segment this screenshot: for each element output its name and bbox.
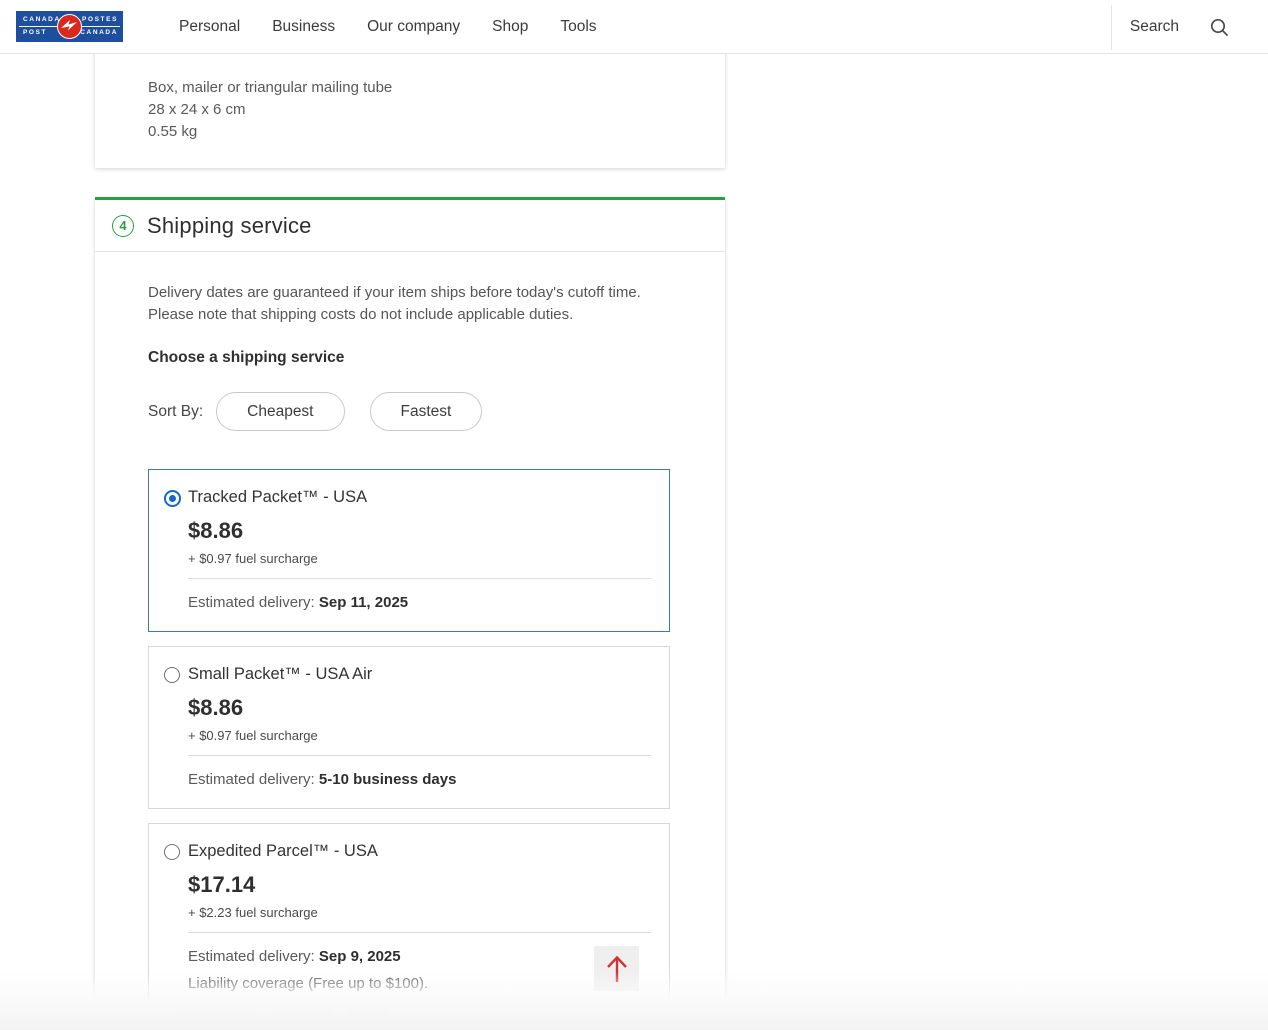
package-weight: 0.55 kg [148, 121, 725, 143]
search-icon[interactable] [1209, 17, 1230, 38]
shipping-option-small-packet-usa-air[interactable]: Small Packet™ - USA Air $8.86 + $0.97 fu… [148, 646, 670, 809]
fuel-surcharge: + $0.97 fuel surcharge [188, 728, 669, 743]
page: CANADA POST POSTES CANADA Personal Busin… [0, 0, 1268, 1030]
service-name: Expedited Parcel™ - USA [188, 841, 669, 861]
logo-text: POSTES [82, 17, 118, 24]
sort-controls: Sort By: Cheapest Fastest [148, 392, 670, 431]
service-name: Small Packet™ - USA Air [188, 664, 669, 684]
canada-post-wing-icon [57, 14, 82, 39]
radio-unselected-icon[interactable] [164, 844, 180, 860]
shipping-service-section: 4 Shipping service Delivery dates are gu… [95, 197, 725, 1030]
sort-cheapest-button[interactable]: Cheapest [216, 392, 344, 431]
card-divider [188, 755, 651, 756]
card-divider [188, 932, 651, 933]
logo-text: CANADA [23, 17, 61, 24]
arrow-up-icon [604, 954, 630, 984]
fuel-surcharge: + $0.97 fuel surcharge [188, 551, 669, 566]
logo-text: POST [23, 30, 47, 37]
header-vertical-divider [1111, 5, 1112, 50]
logo-text: CANADA [80, 30, 118, 37]
header-search-area: Search [1130, 0, 1230, 54]
card-divider [188, 578, 651, 579]
nav-item-personal[interactable]: Personal [179, 18, 240, 36]
section-title: Shipping service [147, 213, 312, 239]
shipping-option-tracked-packet-usa[interactable]: Tracked Packet™ - USA $8.86 + $0.97 fuel… [148, 469, 670, 632]
radio-selected-icon[interactable] [164, 490, 181, 507]
nav-item-tools[interactable]: Tools [560, 18, 596, 36]
service-name: Tracked Packet™ - USA [188, 487, 669, 507]
nav-item-shop[interactable]: Shop [492, 18, 528, 36]
delivery-guarantee-note: Delivery dates are guaranteed if your it… [148, 282, 670, 325]
main-nav: Personal Business Our company Shop Tools [179, 0, 597, 54]
scroll-to-top-button[interactable] [594, 946, 639, 991]
search-link[interactable]: Search [1130, 18, 1179, 36]
nav-item-business[interactable]: Business [272, 18, 335, 36]
shipping-section-header: 4 Shipping service [95, 200, 725, 252]
choose-service-label: Choose a shipping service [148, 349, 670, 367]
top-navigation-bar: CANADA POST POSTES CANADA Personal Busin… [0, 0, 1268, 54]
fuel-surcharge: + $2.23 fuel surcharge [188, 905, 669, 920]
service-price: $8.86 [188, 518, 669, 544]
service-price: $17.14 [188, 872, 669, 898]
estimated-delivery: Estimated delivery: 5-10 business days [188, 771, 669, 788]
shipping-options-list: Tracked Packet™ - USA $8.86 + $0.97 fuel… [148, 469, 670, 1030]
package-type: Box, mailer or triangular mailing tube [148, 77, 725, 99]
shipping-section-body: Delivery dates are guaranteed if your it… [95, 282, 725, 1030]
sort-fastest-button[interactable]: Fastest [370, 392, 483, 431]
service-price: $8.86 [188, 695, 669, 721]
package-dimensions: 28 x 24 x 6 cm [148, 99, 725, 121]
estimated-delivery: Estimated delivery: Sep 11, 2025 [188, 594, 669, 611]
cropped-content-placeholder [177, 1004, 669, 1017]
step-number-badge: 4 [112, 215, 134, 237]
sort-by-label: Sort By: [148, 403, 203, 421]
canada-post-logo[interactable]: CANADA POST POSTES CANADA [16, 11, 123, 42]
shipping-option-expedited-parcel-usa[interactable]: Expedited Parcel™ - USA $17.14 + $2.23 f… [148, 823, 670, 1030]
radio-unselected-icon[interactable] [164, 667, 180, 683]
nav-item-our-company[interactable]: Our company [367, 18, 460, 36]
